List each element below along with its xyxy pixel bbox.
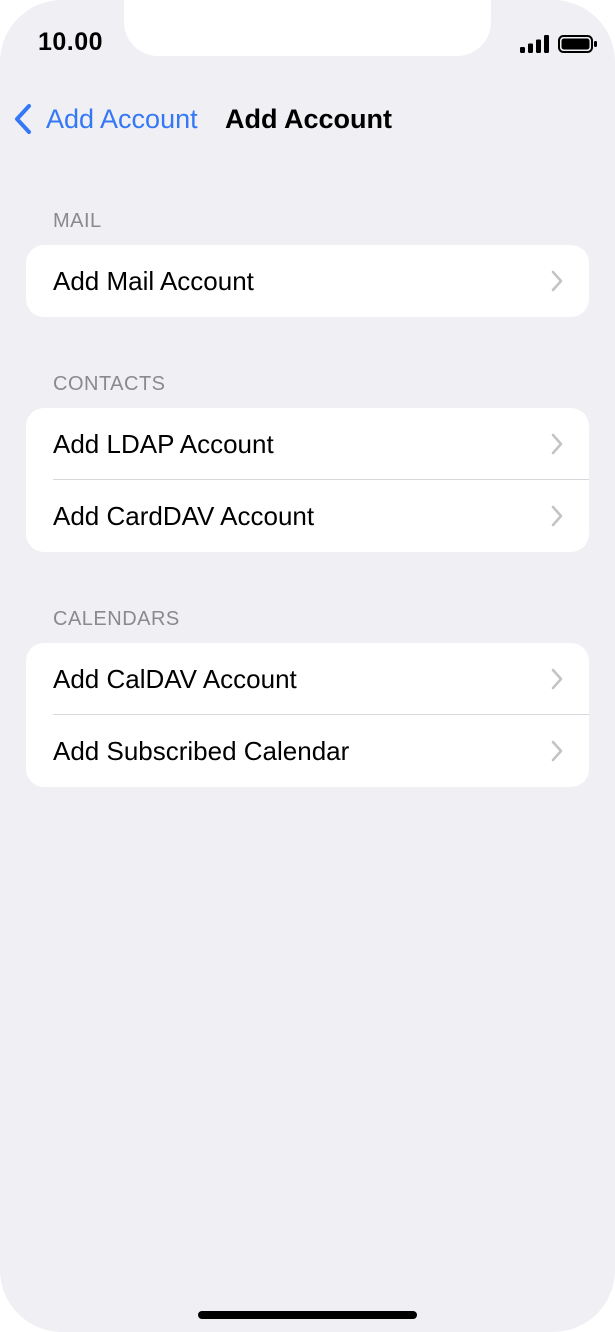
row-label: Add CardDAV Account — [53, 500, 315, 531]
cellular-signal-icon — [520, 35, 549, 53]
add-subscribed-calendar-row[interactable]: Add Subscribed Calendar — [26, 715, 589, 787]
chevron-right-icon — [551, 668, 563, 690]
section-header-calendars: CALENDARS — [53, 608, 180, 630]
device-notch — [124, 0, 491, 56]
add-mail-account-row[interactable]: Add Mail Account — [26, 245, 589, 317]
add-carddav-account-row[interactable]: Add CardDAV Account — [26, 480, 589, 552]
add-ldap-account-row[interactable]: Add LDAP Account — [26, 408, 589, 480]
row-label: Add Subscribed Calendar — [53, 735, 350, 766]
row-label: Add CalDAV Account — [53, 663, 297, 694]
home-indicator[interactable] — [198, 1311, 417, 1319]
battery-icon — [558, 35, 597, 53]
navigation-bar: Add Account Add Account — [0, 96, 615, 142]
chevron-right-icon — [551, 270, 563, 292]
chevron-left-icon — [15, 104, 31, 134]
device-screen: 10.00 Add Account Add Account MAIL Add M… — [0, 0, 615, 1332]
add-caldav-account-row[interactable]: Add CalDAV Account — [26, 643, 589, 715]
page-title: Add Account — [225, 104, 392, 134]
back-button-label: Add Account — [46, 103, 198, 134]
section-header-mail: MAIL — [53, 210, 102, 232]
contacts-group: Add LDAP Account Add CardDAV Account — [26, 408, 589, 552]
row-label: Add Mail Account — [53, 265, 254, 296]
chevron-right-icon — [551, 740, 563, 762]
calendars-group: Add CalDAV Account Add Subscribed Calend… — [26, 643, 589, 787]
row-label: Add LDAP Account — [53, 428, 274, 459]
status-time: 10.00 — [38, 28, 104, 56]
back-button[interactable]: Add Account — [12, 96, 198, 142]
mail-group: Add Mail Account — [26, 245, 589, 317]
section-header-contacts: CONTACTS — [53, 373, 166, 395]
chevron-right-icon — [551, 505, 563, 527]
chevron-right-icon — [551, 433, 563, 455]
